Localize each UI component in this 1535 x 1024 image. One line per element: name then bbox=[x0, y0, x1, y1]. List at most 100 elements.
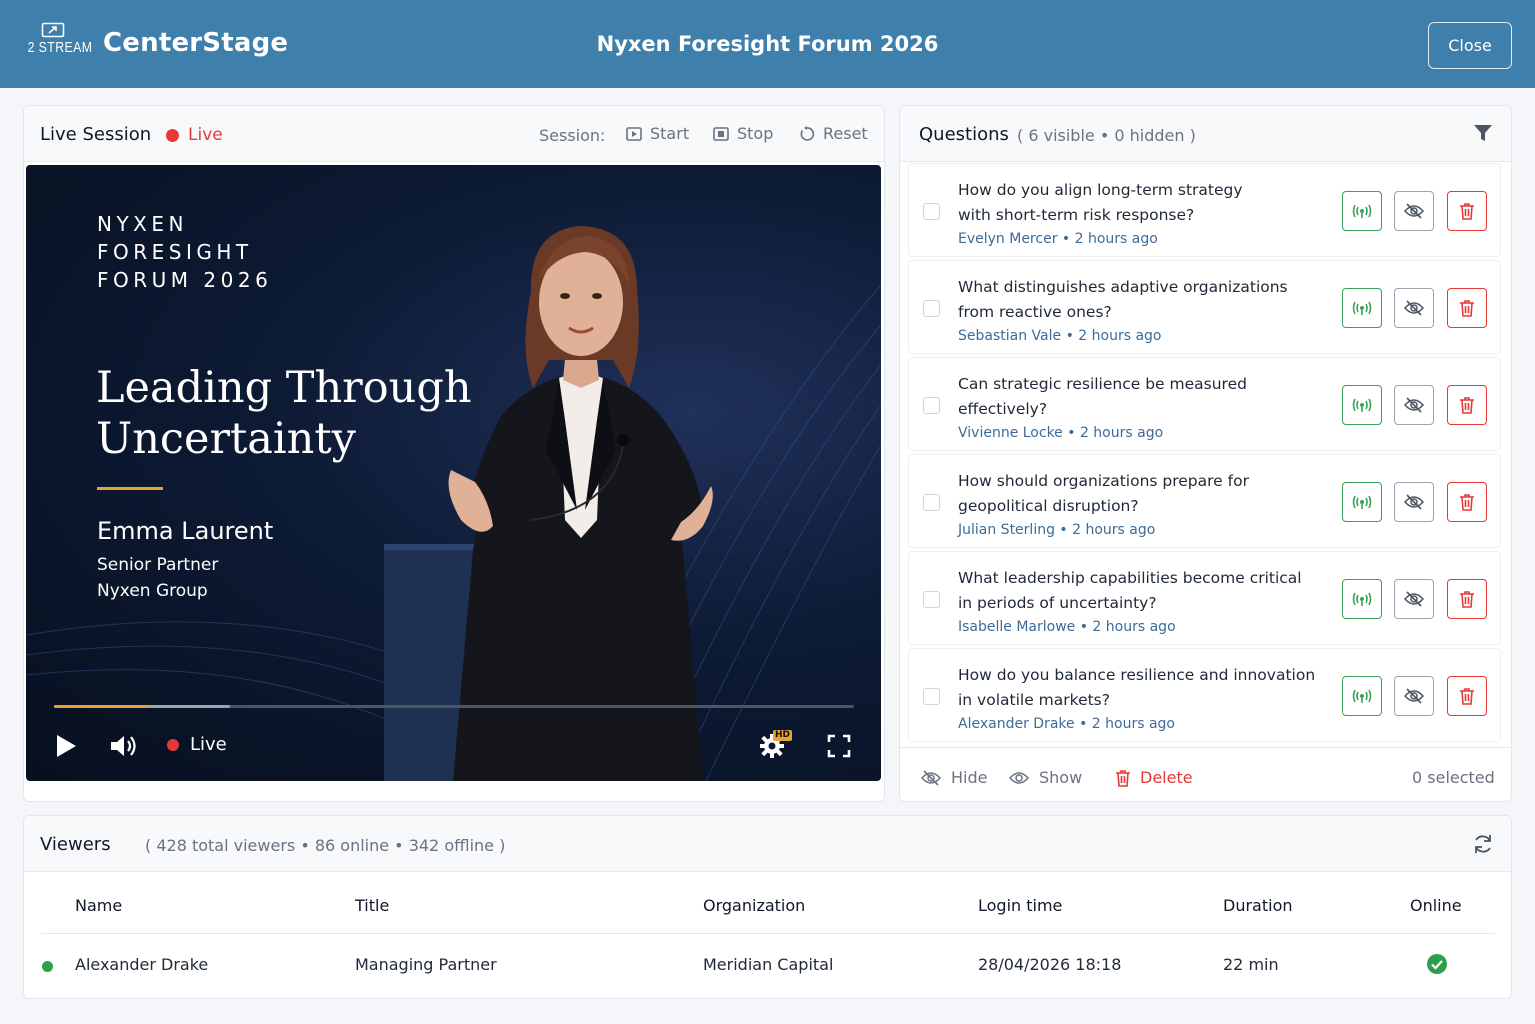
question-meta: Isabelle Marlowe • 2 hours ago bbox=[958, 619, 1176, 635]
bulk-hide-button[interactable]: Hide bbox=[920, 768, 987, 787]
column-header-name[interactable]: Name bbox=[75, 896, 122, 915]
push-live-button[interactable] bbox=[1342, 288, 1382, 328]
live-dot-icon bbox=[166, 128, 179, 142]
column-header-login-time[interactable]: Login time bbox=[978, 896, 1062, 915]
viewer-login-time: 28/04/2026 18:18 bbox=[978, 955, 1122, 974]
question-checkbox[interactable] bbox=[923, 591, 940, 608]
question-text: What distinguishes adaptive organization… bbox=[958, 275, 1318, 325]
question-item: Can strategic resilience be measured eff… bbox=[908, 357, 1501, 451]
push-live-button[interactable] bbox=[1342, 676, 1382, 716]
video-kicker-line: NYXEN bbox=[97, 212, 188, 236]
delete-question-button[interactable] bbox=[1447, 385, 1487, 425]
eye-icon bbox=[1008, 771, 1030, 784]
viewer-organization: Meridian Capital bbox=[703, 955, 834, 974]
push-live-button[interactable] bbox=[1342, 191, 1382, 231]
question-meta: Julian Sterling • 2 hours ago bbox=[958, 522, 1156, 538]
delete-question-button[interactable] bbox=[1447, 579, 1487, 619]
viewers-title: Viewers bbox=[40, 834, 111, 855]
bulk-delete-button[interactable]: Delete bbox=[1115, 768, 1193, 787]
bulk-show-button[interactable]: Show bbox=[1008, 768, 1082, 787]
column-header-duration[interactable]: Duration bbox=[1223, 896, 1293, 915]
fullscreen-icon[interactable] bbox=[827, 734, 851, 758]
broadcast-icon bbox=[1352, 689, 1372, 703]
hide-question-button[interactable] bbox=[1394, 579, 1434, 619]
question-item: How should organizations prepare for geo… bbox=[908, 454, 1501, 548]
speaker-name: Emma Laurent bbox=[97, 517, 274, 545]
question-checkbox[interactable] bbox=[923, 300, 940, 317]
volume-icon[interactable] bbox=[109, 733, 139, 759]
question-text-line: effectively? bbox=[958, 400, 1048, 418]
start-button[interactable]: Start bbox=[626, 124, 689, 143]
broadcast-icon bbox=[1352, 495, 1372, 509]
delete-question-button[interactable] bbox=[1447, 676, 1487, 716]
gold-divider bbox=[97, 487, 163, 490]
event-title: Nyxen Foresight Forum 2026 bbox=[596, 32, 939, 56]
question-text: How do you align long-term strategy with… bbox=[958, 178, 1318, 228]
column-header-organization[interactable]: Organization bbox=[703, 896, 805, 915]
question-meta: Sebastian Vale • 2 hours ago bbox=[958, 328, 1162, 344]
viewers-header: Viewers ( 428 total viewers • 86 online … bbox=[24, 816, 1511, 872]
trash-icon bbox=[1460, 688, 1474, 705]
question-checkbox[interactable] bbox=[923, 494, 940, 511]
hide-question-button[interactable] bbox=[1394, 288, 1434, 328]
column-header-title[interactable]: Title bbox=[355, 896, 389, 915]
top-bar: 2 STREAM CenterStage Nyxen Foresight For… bbox=[0, 0, 1535, 88]
question-checkbox[interactable] bbox=[923, 203, 940, 220]
broadcast-icon bbox=[1352, 204, 1372, 218]
online-status-dot-icon bbox=[42, 961, 53, 972]
question-text-line: with short-term risk response? bbox=[958, 206, 1195, 224]
online-check-icon bbox=[1427, 954, 1447, 974]
hide-question-button[interactable] bbox=[1394, 676, 1434, 716]
question-text-line: How should organizations prepare for bbox=[958, 472, 1249, 490]
speaker-org: Nyxen Group bbox=[97, 581, 208, 601]
reset-button[interactable]: Reset bbox=[799, 124, 868, 143]
delete-question-button[interactable] bbox=[1447, 191, 1487, 231]
question-item: What distinguishes adaptive organization… bbox=[908, 260, 1501, 354]
session-label: Session: bbox=[539, 126, 606, 145]
play-icon[interactable] bbox=[55, 734, 77, 758]
viewer-title: Managing Partner bbox=[355, 955, 497, 974]
question-meta: Evelyn Mercer • 2 hours ago bbox=[958, 231, 1158, 247]
delete-question-button[interactable] bbox=[1447, 288, 1487, 328]
live-session-panel: Live Session Live Session: Start Stop Re… bbox=[23, 105, 885, 802]
question-text-line: What distinguishes adaptive organization… bbox=[958, 278, 1288, 296]
refresh-icon[interactable] bbox=[1472, 833, 1494, 855]
push-live-button[interactable] bbox=[1342, 482, 1382, 522]
question-checkbox[interactable] bbox=[923, 397, 940, 414]
trash-icon bbox=[1116, 769, 1130, 787]
viewers-panel: Viewers ( 428 total viewers • 86 online … bbox=[23, 815, 1512, 999]
push-live-button[interactable] bbox=[1342, 579, 1382, 619]
question-text: How do you balance resilience and innova… bbox=[958, 663, 1318, 713]
live-session-title: Live Session bbox=[40, 124, 152, 145]
player-live-dot-icon bbox=[167, 738, 179, 751]
hide-question-button[interactable] bbox=[1394, 385, 1434, 425]
stop-label: Stop bbox=[737, 124, 774, 143]
question-text-line: geopolitical disruption? bbox=[958, 497, 1139, 515]
push-live-button[interactable] bbox=[1342, 385, 1382, 425]
hd-badge: HD bbox=[773, 730, 793, 741]
question-meta: Alexander Drake • 2 hours ago bbox=[958, 716, 1175, 732]
filter-icon[interactable] bbox=[1473, 123, 1493, 143]
questions-footer: Hide Show Delete 0 selected bbox=[900, 747, 1511, 802]
table-row[interactable]: Alexander Drake Managing Partner Meridia… bbox=[24, 934, 1511, 998]
speaker-role: Senior Partner bbox=[97, 555, 219, 575]
start-label: Start bbox=[650, 124, 690, 143]
close-button[interactable]: Close bbox=[1428, 22, 1512, 69]
stop-button[interactable]: Stop bbox=[713, 124, 773, 143]
trash-icon bbox=[1460, 494, 1474, 511]
question-text-line: in periods of uncertainty? bbox=[958, 594, 1157, 612]
video-progress-bar[interactable] bbox=[54, 705, 854, 708]
trash-icon bbox=[1460, 300, 1474, 317]
viewers-table-header: Name Title Organization Login time Durat… bbox=[24, 872, 1511, 934]
reset-icon bbox=[800, 125, 815, 141]
column-header-online[interactable]: Online bbox=[1410, 896, 1462, 915]
question-text-line: How do you balance resilience and innova… bbox=[958, 666, 1316, 684]
hide-question-button[interactable] bbox=[1394, 191, 1434, 231]
video-player[interactable]: NYXEN FORESIGHT FORUM 2026 Leading Throu… bbox=[26, 165, 881, 781]
eye-off-icon bbox=[1404, 397, 1424, 413]
question-text-line: How do you align long-term strategy bbox=[958, 181, 1243, 199]
delete-question-button[interactable] bbox=[1447, 482, 1487, 522]
question-text: Can strategic resilience be measured eff… bbox=[958, 372, 1318, 422]
hide-question-button[interactable] bbox=[1394, 482, 1434, 522]
question-checkbox[interactable] bbox=[923, 688, 940, 705]
